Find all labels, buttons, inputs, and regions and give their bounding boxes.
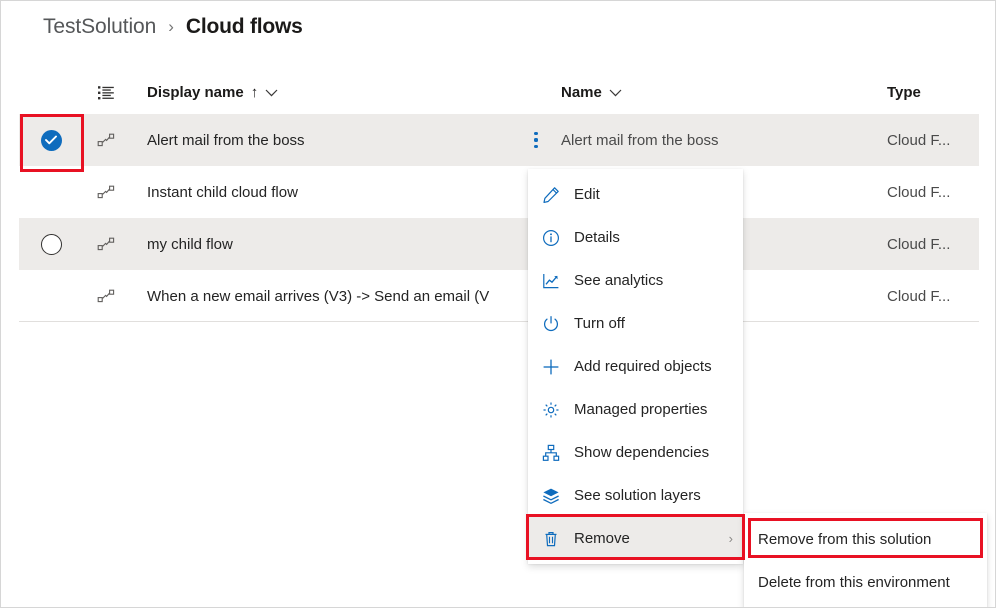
row-type: Cloud F... [887,184,979,201]
table-row[interactable]: my child flow Cloud F... [19,218,979,270]
cloud-flow-icon [97,287,115,305]
menu-item-managed-properties-label: Managed properties [574,401,733,418]
table-row[interactable]: Instant child cloud flow Cloud F... [19,166,979,218]
row-display-name: my child flow [147,236,515,253]
menu-item-show-dependencies[interactable]: Show dependencies [528,431,743,474]
info-circle-icon [541,228,561,248]
unchecked-circle-icon [41,234,62,255]
power-icon [541,314,561,334]
column-header-display-name[interactable]: Display name ↑ [129,84,515,102]
row-display-name-cell[interactable]: Instant child cloud flow [129,184,515,201]
row-name: Alert mail from the boss [561,132,887,149]
row-type-icon-cell [83,131,129,149]
menu-item-see-analytics-label: See analytics [574,272,733,289]
column-header-display-name-label: Display name [147,84,244,101]
chevron-down-icon[interactable] [265,84,278,101]
submenu-item-delete-from-environment[interactable]: Delete from this environment [744,561,987,604]
edit-pencil-icon [541,185,561,205]
menu-item-details[interactable]: Details [528,216,743,259]
grid-header-row: Display name ↑ Name Type [19,71,979,114]
checkmark-icon [41,130,62,151]
menu-item-remove[interactable]: Remove › [528,517,743,560]
chevron-right-icon: › [729,531,733,546]
row-display-name-cell[interactable]: Alert mail from the boss [129,132,515,149]
submenu-item-remove-from-solution[interactable]: Remove from this solution [744,518,987,561]
chevron-down-icon[interactable] [609,84,622,101]
cloud-flows-grid: Display name ↑ Name Type [19,71,979,322]
row-type-cell: Cloud F... [887,184,979,201]
cloud-flow-icon [97,131,115,149]
plus-icon [541,357,561,377]
row-type-icon-cell [83,235,129,253]
breadcrumb: TestSolution › Cloud flows [43,11,303,43]
menu-item-see-solution-layers-label: See solution layers [574,487,733,504]
row-type: Cloud F... [887,288,979,305]
dependencies-icon [541,443,561,463]
column-header-name-label: Name [561,84,602,101]
breadcrumb-separator-icon: › [166,17,176,37]
row-type: Cloud F... [887,236,979,253]
list-view-icon [96,83,116,103]
remove-submenu: Remove from this solution Delete from th… [744,513,987,608]
menu-item-add-required-objects[interactable]: Add required objects [528,345,743,388]
menu-item-managed-properties[interactable]: Managed properties [528,388,743,431]
solution-cloud-flows-page: TestSolution › Cloud flows [0,0,996,608]
table-row[interactable]: Alert mail from the boss Alert mail from… [19,114,979,166]
menu-item-edit-label: Edit [574,186,733,203]
submenu-item-remove-from-solution-label: Remove from this solution [758,531,931,548]
row-type-icon-cell [83,287,129,305]
row-select-checkbox[interactable] [19,234,83,255]
row-type: Cloud F... [887,132,979,149]
menu-item-turn-off-label: Turn off [574,315,733,332]
layers-icon [541,486,561,506]
analytics-chart-icon [541,271,561,291]
cloud-flow-icon [97,235,115,253]
column-header-type-label: Type [887,84,921,101]
menu-item-show-dependencies-label: Show dependencies [574,444,733,461]
sort-ascending-icon: ↑ [251,84,259,101]
row-type-icon-cell [83,183,129,201]
menu-item-remove-label: Remove [574,530,710,547]
page-title: Cloud flows [186,15,303,39]
menu-item-edit[interactable]: Edit [528,173,743,216]
row-more-actions-button[interactable] [515,132,557,148]
column-header-name[interactable]: Name [557,84,887,102]
row-display-name-cell[interactable]: When a new email arrives (V3) -> Send an… [129,288,515,305]
menu-item-add-required-objects-label: Add required objects [574,358,733,375]
submenu-item-delete-from-environment-label: Delete from this environment [758,574,950,591]
menu-item-details-label: Details [574,229,733,246]
breadcrumb-parent-link[interactable]: TestSolution [43,15,156,39]
cloud-flow-icon [97,183,115,201]
kebab-menu-icon[interactable] [534,132,537,148]
trash-icon [541,529,561,549]
menu-item-see-solution-layers[interactable]: See solution layers [528,474,743,517]
row-context-menu: Edit Details See analytics Turn off Add [528,169,743,564]
row-name-cell: Alert mail from the boss [557,132,887,149]
row-type-cell: Cloud F... [887,288,979,305]
menu-item-see-analytics[interactable]: See analytics [528,259,743,302]
menu-item-turn-off[interactable]: Turn off [528,302,743,345]
row-select-checkbox[interactable] [19,130,83,151]
row-display-name-cell[interactable]: my child flow [129,236,515,253]
table-row[interactable]: When a new email arrives (V3) -> Send an… [19,270,979,322]
gear-icon [541,400,561,420]
list-view-switcher[interactable] [83,83,129,103]
row-type-cell: Cloud F... [887,132,979,149]
row-display-name: When a new email arrives (V3) -> Send an… [147,288,515,305]
row-display-name: Alert mail from the boss [147,132,515,149]
row-type-cell: Cloud F... [887,236,979,253]
row-display-name: Instant child cloud flow [147,184,515,201]
column-header-type[interactable]: Type [887,84,979,102]
